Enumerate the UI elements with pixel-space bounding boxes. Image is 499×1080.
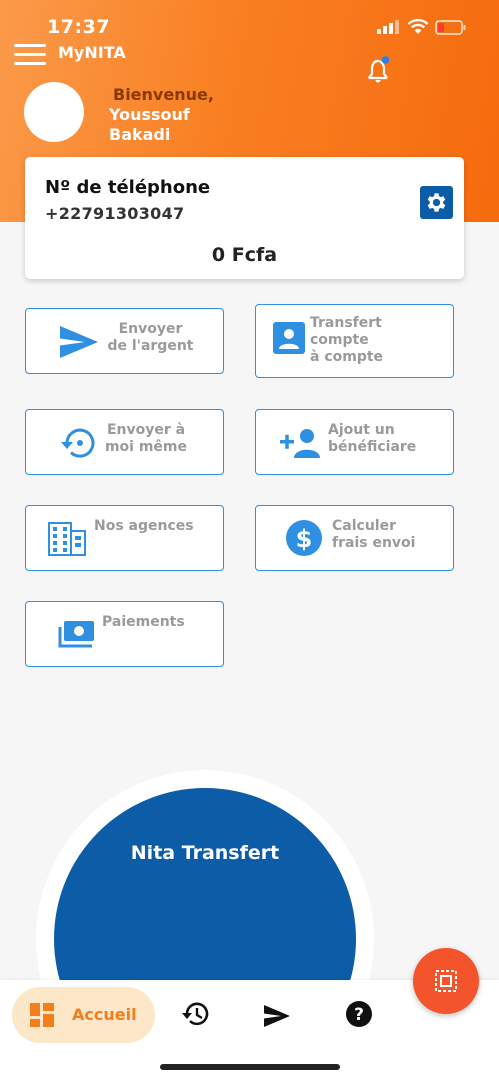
scan-icon bbox=[435, 970, 457, 992]
payments-icon bbox=[58, 621, 94, 648]
dollar-icon: $ bbox=[286, 520, 322, 556]
status-bar: 17:37 bbox=[0, 14, 499, 44]
history-icon[interactable] bbox=[182, 1000, 210, 1028]
nav-home-label: Accueil bbox=[72, 1005, 137, 1024]
home-indicator bbox=[160, 1064, 340, 1070]
signal-icon bbox=[377, 20, 399, 34]
our-agencies-label: Nos agences bbox=[94, 518, 194, 534]
scan-fab-button[interactable] bbox=[413, 948, 479, 1014]
balance: 0 Fcfa bbox=[211, 244, 278, 266]
payments-button[interactable]: Paiements bbox=[25, 601, 224, 667]
phone-label: Nº de téléphone bbox=[45, 177, 211, 198]
building-icon bbox=[48, 522, 86, 556]
nita-transfert-label: Nita Transfert bbox=[130, 842, 280, 864]
account-card-icon bbox=[273, 322, 305, 354]
account-transfer-button[interactable]: Transfert compte à compte bbox=[255, 304, 454, 378]
battery-icon bbox=[435, 20, 466, 35]
status-time: 17:37 bbox=[47, 16, 110, 38]
our-agencies-button[interactable]: Nos agences bbox=[25, 505, 224, 571]
add-beneficiary-label: Ajout un bénéficiare bbox=[328, 422, 417, 455]
calculate-fees-button[interactable]: $ Calculer frais envoi bbox=[255, 505, 454, 571]
nav-home[interactable]: Accueil bbox=[12, 987, 155, 1043]
calculate-fees-label: Calculer frais envoi bbox=[332, 518, 416, 551]
account-transfer-label: Transfert compte à compte bbox=[310, 315, 384, 365]
help-icon[interactable]: ? bbox=[345, 1000, 373, 1028]
send-money-button[interactable]: Envoyer de l'argent bbox=[25, 308, 224, 374]
send-money-label: Envoyer de l'argent bbox=[107, 321, 194, 354]
settings-button[interactable] bbox=[420, 186, 453, 219]
send-nav-icon[interactable] bbox=[263, 1002, 291, 1030]
gear-icon bbox=[427, 193, 446, 212]
user-last-name: Bakadi bbox=[109, 125, 171, 144]
restore-icon bbox=[61, 428, 95, 458]
svg-text:$: $ bbox=[296, 525, 313, 553]
account-card: Nº de téléphone +22791303047 0 Fcfa bbox=[25, 157, 464, 279]
notification-bell-icon[interactable] bbox=[366, 56, 392, 84]
svg-text:?: ? bbox=[354, 1005, 364, 1025]
payments-label: Paiements bbox=[102, 614, 185, 630]
add-beneficiary-button[interactable]: Ajout un bénéficiare bbox=[255, 409, 454, 475]
phone-number: +22791303047 bbox=[45, 204, 185, 223]
add-person-icon bbox=[280, 429, 320, 458]
welcome-text: Bienvenue, Youssouf Bakadi bbox=[109, 85, 214, 145]
hamburger-menu-icon[interactable] bbox=[14, 42, 46, 68]
send-to-self-button[interactable]: Envoyer à moi même bbox=[25, 409, 224, 475]
welcome-greeting: Bienvenue, bbox=[113, 85, 214, 104]
send-to-self-label: Envoyer à moi même bbox=[104, 422, 188, 455]
avatar[interactable] bbox=[24, 82, 84, 142]
user-first-name: Youssouf bbox=[109, 105, 190, 124]
send-icon bbox=[60, 326, 98, 358]
dashboard-icon bbox=[30, 1003, 54, 1027]
app-title: MyNITA bbox=[58, 43, 126, 62]
wifi-icon bbox=[407, 18, 429, 34]
